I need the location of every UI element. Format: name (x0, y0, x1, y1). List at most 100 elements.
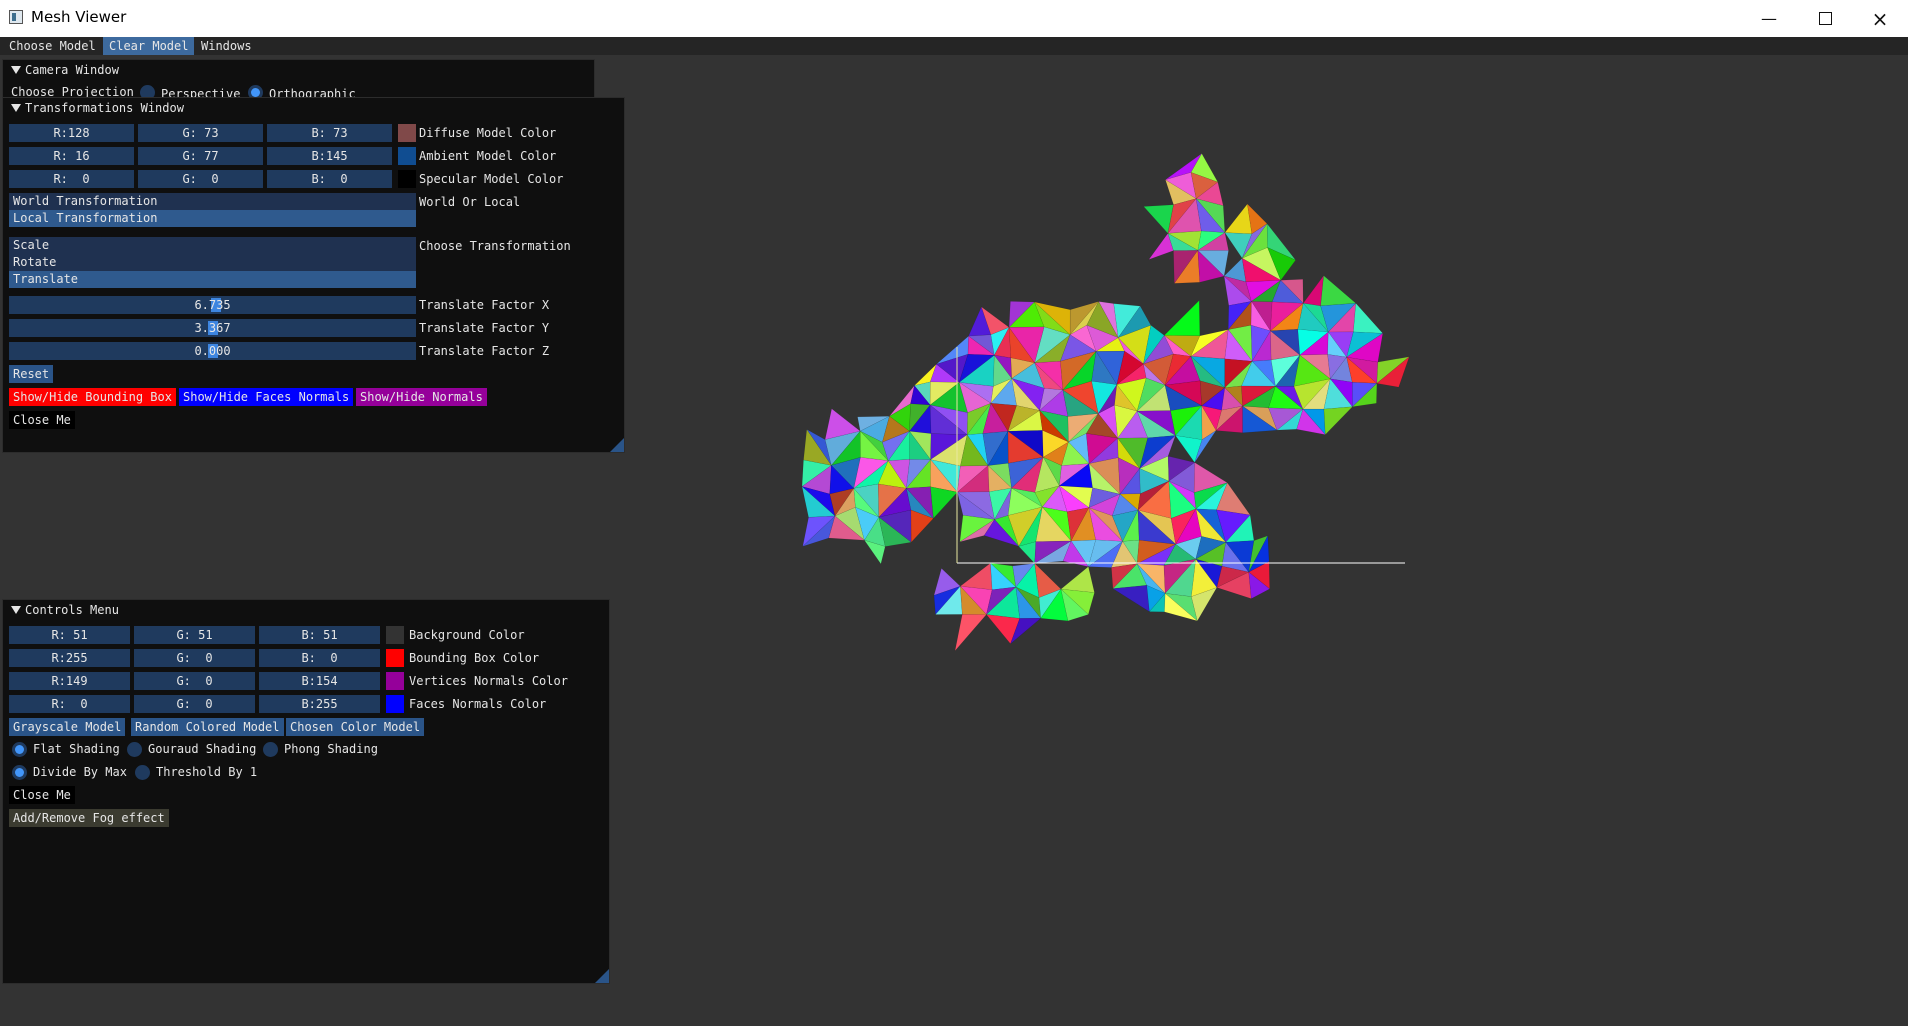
mesh-face (1163, 299, 1201, 337)
menu-clear-model[interactable]: Clear Model (103, 37, 195, 55)
gouraud-shading-radio[interactable] (127, 742, 142, 757)
mesh-face (1060, 566, 1095, 593)
vnormals-b-field[interactable]: B:154 (259, 672, 380, 690)
toggle-bounding-box-button[interactable]: Show/Hide Bounding Box (9, 388, 176, 406)
space-label: World Or Local (419, 195, 521, 209)
fnormals-color-swatch[interactable] (386, 695, 404, 713)
list-item-translate[interactable]: Translate (9, 271, 416, 288)
menu-windows[interactable]: Windows (195, 37, 258, 55)
diffuse-g-field[interactable]: G: 73 (138, 124, 263, 142)
controls-window: Controls Menu R: 51 G: 51 B: 51 Backgrou… (2, 599, 610, 984)
translate-z-slider[interactable]: 0.000 (9, 342, 416, 360)
diffuse-color-swatch[interactable] (398, 124, 416, 142)
vnormals-color-label: Vertices Normals Color (409, 674, 568, 688)
controls-window-title[interactable]: Controls Menu (3, 600, 609, 620)
translate-x-slider[interactable]: 6.735 (9, 296, 416, 314)
mesh-face (1320, 275, 1357, 307)
ambient-g-field[interactable]: G: 77 (138, 147, 263, 165)
background-r-field[interactable]: R: 51 (9, 626, 130, 644)
chosen-color-model-button[interactable]: Chosen Color Model (286, 718, 425, 736)
resize-grip-icon[interactable] (610, 438, 624, 452)
bbox-r-field[interactable]: R:255 (9, 649, 130, 667)
grayscale-model-button[interactable]: Grayscale Model (9, 718, 126, 736)
maximize-icon (1818, 12, 1832, 25)
mesh-face (1302, 274, 1324, 307)
camera-window: Camera Window Choose Projection Perspect… (2, 59, 595, 101)
fnormals-color-label: Faces Normals Color (409, 697, 547, 711)
diffuse-r-field[interactable]: R:128 (9, 124, 134, 142)
transformations-window: Transformations Window R:128 G: 73 B: 73… (2, 97, 625, 453)
minimize-icon: — (1761, 9, 1777, 28)
mesh-face (930, 486, 958, 520)
divide-by-max-radio[interactable] (12, 765, 27, 780)
list-item-world-transformation[interactable]: World Transformation (9, 193, 416, 210)
random-colored-model-button[interactable]: Random Colored Model (131, 718, 284, 736)
translate-y-slider[interactable]: 3.367 (9, 319, 416, 337)
camera-window-title-text: Camera Window (25, 63, 119, 77)
bunny-mesh (801, 153, 1411, 652)
reset-button[interactable]: Reset (9, 365, 54, 383)
specular-b-field[interactable]: B: 0 (267, 170, 392, 188)
specular-color-swatch[interactable] (398, 170, 416, 188)
transform-listbox[interactable]: Scale Rotate Translate (9, 237, 416, 288)
threshold-radio[interactable] (135, 765, 150, 780)
fog-effect-button[interactable]: Add/Remove Fog effect (9, 809, 169, 827)
bbox-color-label: Bounding Box Color (409, 651, 540, 665)
maximize-button[interactable] (1797, 0, 1853, 37)
specular-color-label: Specular Model Color (419, 172, 564, 186)
menu-bar: Choose Model Clear Model Windows (0, 37, 1908, 55)
gouraud-shading-label: Gouraud Shading (148, 742, 257, 756)
list-item-rotate[interactable]: Rotate (9, 254, 416, 271)
vnormals-r-field[interactable]: R:149 (9, 672, 130, 690)
transform-label: Choose Transformation (419, 239, 571, 253)
close-transformations-button[interactable]: Close Me (9, 411, 75, 429)
resize-grip-icon[interactable] (595, 969, 609, 983)
translate-z-label: Translate Factor Z (419, 344, 550, 358)
close-button[interactable]: × (1852, 0, 1908, 37)
phong-shading-radio[interactable] (263, 742, 278, 757)
bbox-color-swatch[interactable] (386, 649, 404, 667)
collapse-triangle-icon[interactable] (11, 66, 21, 74)
app-title: Mesh Viewer (31, 8, 127, 26)
diffuse-b-field[interactable]: B: 73 (267, 124, 392, 142)
space-listbox[interactable]: World Transformation Local Transformatio… (9, 193, 416, 227)
ambient-b-field[interactable]: B:145 (267, 147, 392, 165)
transformations-window-title-text: Transformations Window (25, 101, 184, 115)
close-icon: × (1871, 6, 1889, 31)
app-icon (9, 10, 23, 24)
transformations-window-title[interactable]: Transformations Window (3, 98, 624, 118)
minimize-button[interactable]: — (1741, 0, 1797, 37)
divide-by-max-label: Divide By Max (33, 765, 127, 779)
threshold-label: Threshold By 1 (156, 765, 258, 779)
camera-window-title[interactable]: Camera Window (3, 60, 594, 80)
fnormals-r-field[interactable]: R: 0 (9, 695, 130, 713)
vnormals-g-field[interactable]: G: 0 (134, 672, 255, 690)
specular-r-field[interactable]: R: 0 (9, 170, 134, 188)
background-g-field[interactable]: G: 51 (134, 626, 255, 644)
ambient-r-field[interactable]: R: 16 (9, 147, 134, 165)
toggle-faces-normals-button[interactable]: Show/Hide Faces Normals (179, 388, 354, 406)
toggle-normals-button[interactable]: Show/Hide Normals (356, 388, 487, 406)
translate-y-label: Translate Factor Y (419, 321, 550, 335)
collapse-triangle-icon[interactable] (11, 606, 21, 614)
collapse-triangle-icon[interactable] (11, 104, 21, 112)
controls-window-title-text: Controls Menu (25, 603, 119, 617)
vnormals-color-swatch[interactable] (386, 672, 404, 690)
background-color-swatch[interactable] (386, 626, 404, 644)
ambient-color-swatch[interactable] (398, 147, 416, 165)
background-b-field[interactable]: B: 51 (259, 626, 380, 644)
bbox-g-field[interactable]: G: 0 (134, 649, 255, 667)
specular-g-field[interactable]: G: 0 (138, 170, 263, 188)
list-item-scale[interactable]: Scale (9, 237, 416, 254)
background-color-label: Background Color (409, 628, 525, 642)
list-item-local-transformation[interactable]: Local Transformation (9, 210, 416, 227)
fnormals-b-field[interactable]: B:255 (259, 695, 380, 713)
mesh-face (1323, 406, 1354, 436)
flat-shading-radio[interactable] (12, 742, 27, 757)
mesh-face (1112, 585, 1150, 613)
menu-choose-model[interactable]: Choose Model (3, 37, 102, 55)
close-controls-button[interactable]: Close Me (9, 786, 75, 804)
bbox-b-field[interactable]: B: 0 (259, 649, 380, 667)
mesh-face (954, 614, 987, 652)
fnormals-g-field[interactable]: G: 0 (134, 695, 255, 713)
